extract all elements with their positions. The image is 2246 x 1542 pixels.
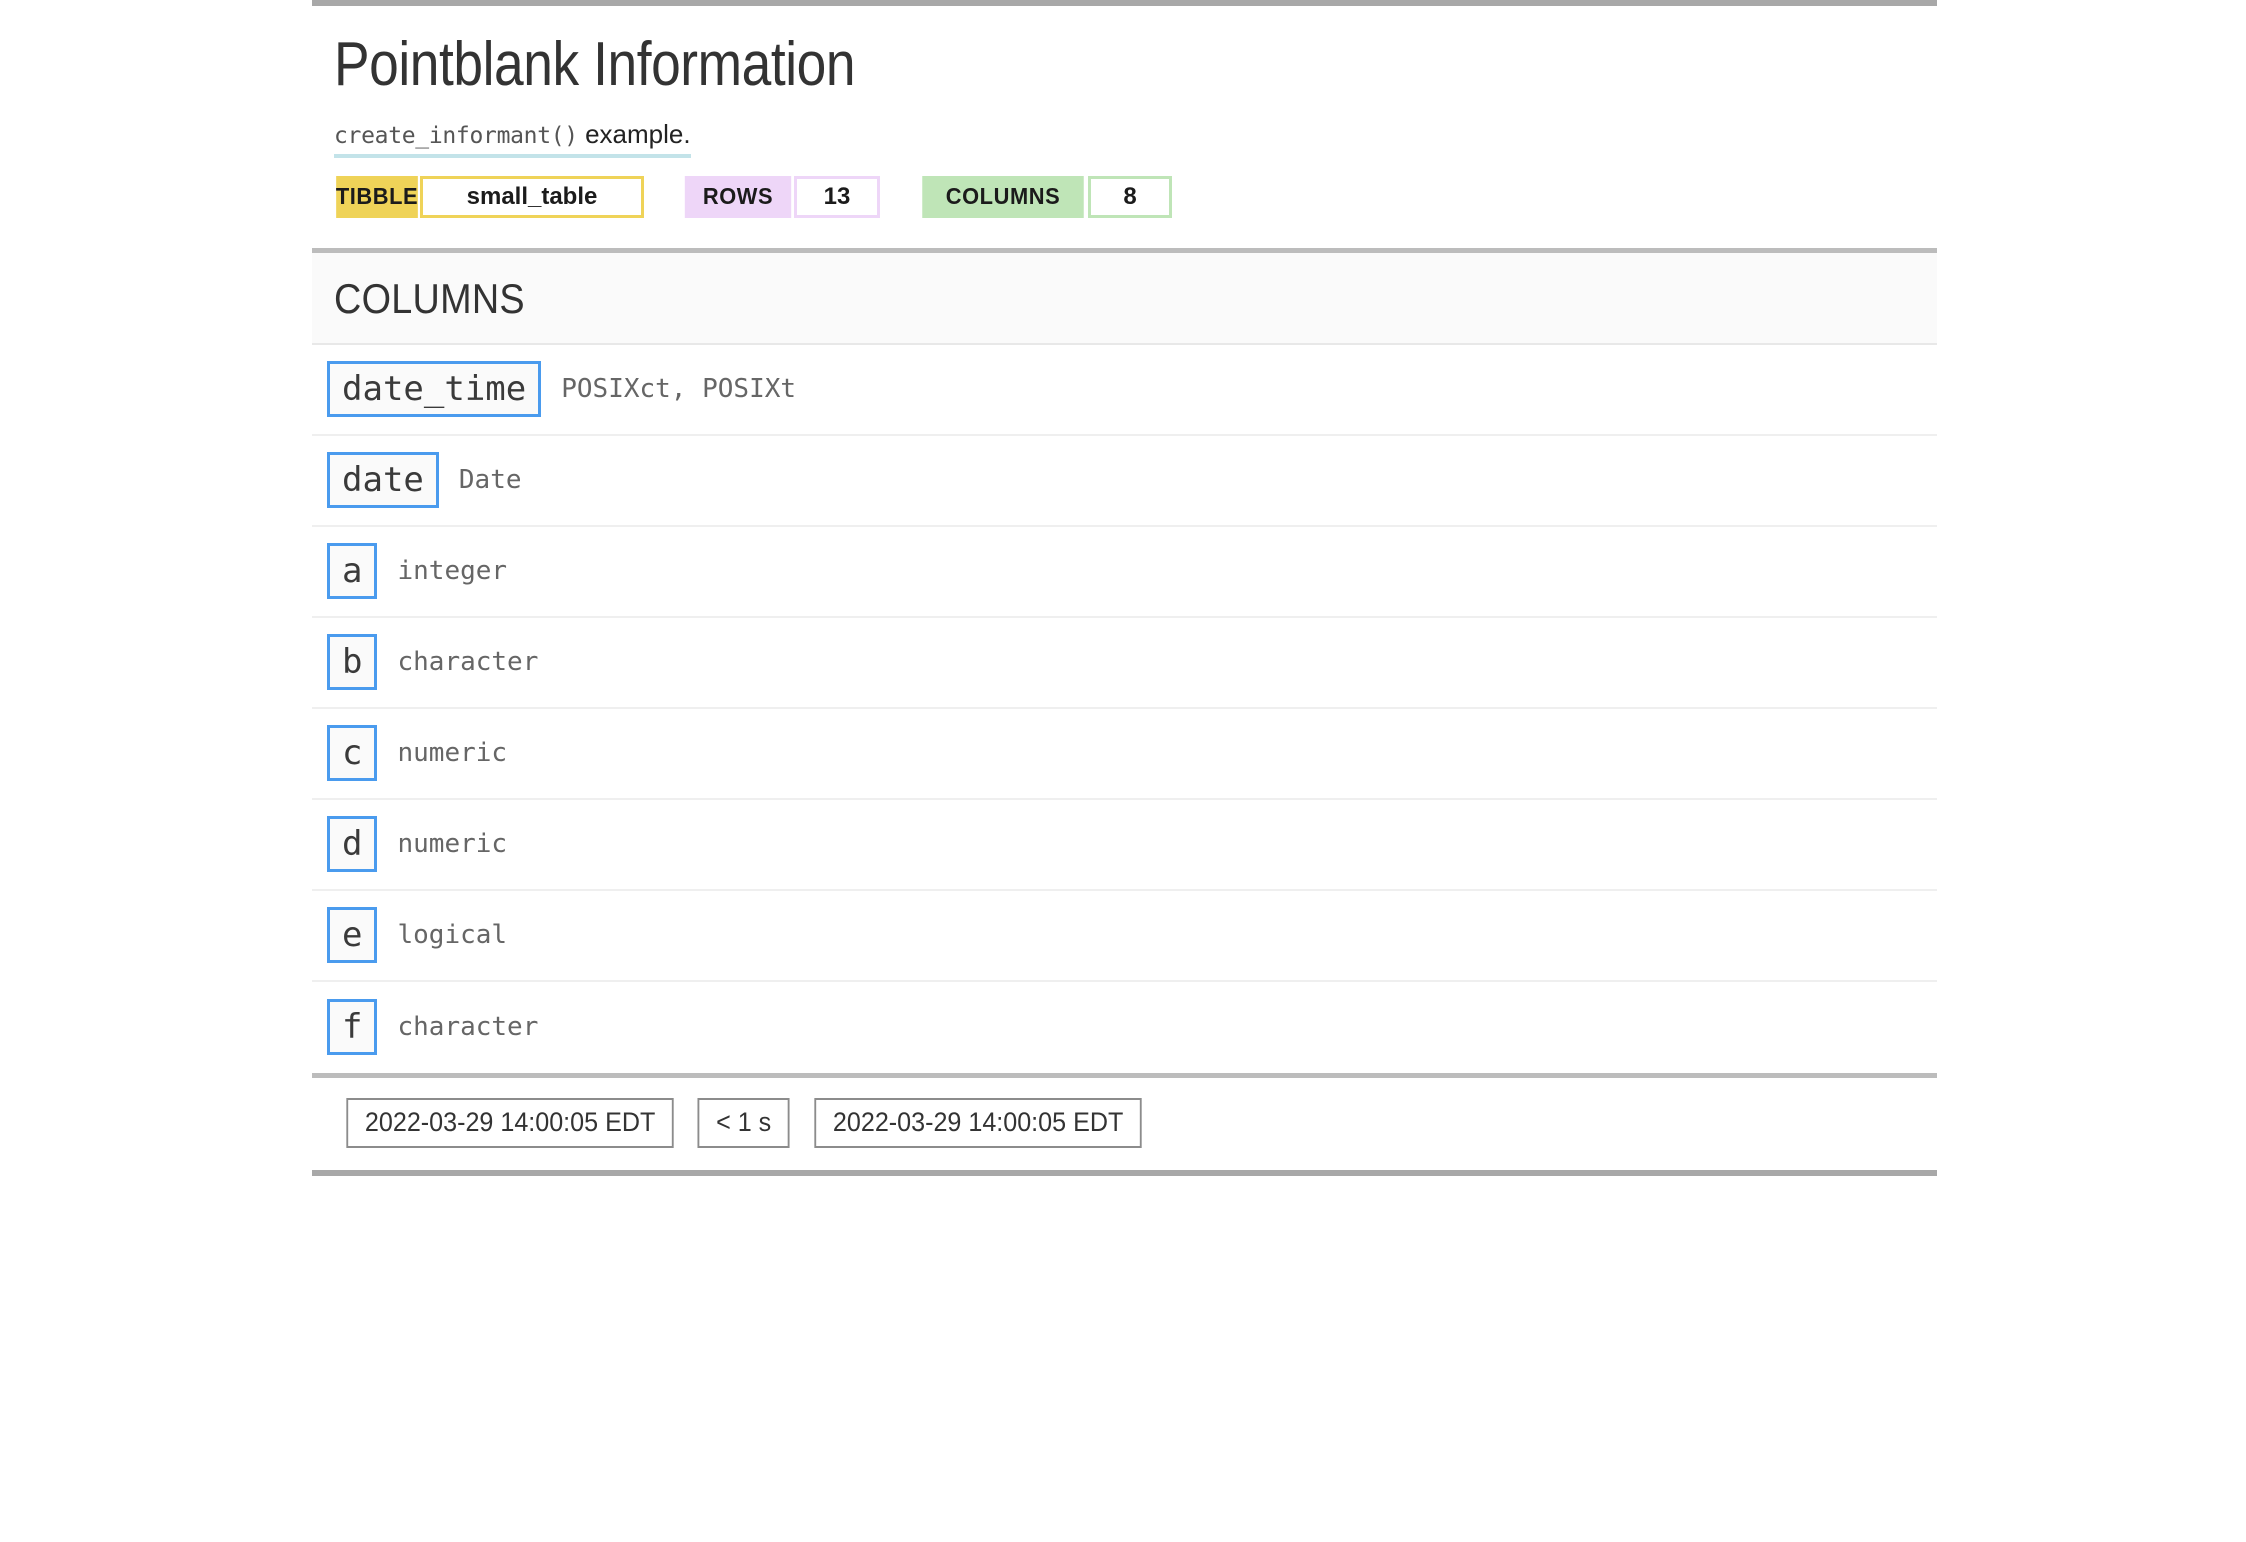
column-type-label: numeric <box>397 738 508 769</box>
column-name-badge[interactable]: e <box>327 907 378 964</box>
subtitle-code: create_informant() <box>334 123 578 150</box>
column-name-badge[interactable]: date_time <box>327 361 542 418</box>
section-heading-label: COLUMNS <box>334 274 525 322</box>
table-row: c numeric <box>312 709 1937 800</box>
column-type-label: integer <box>397 556 508 587</box>
column-type-label: POSIXct, POSIXt <box>561 374 797 405</box>
section-header-columns: COLUMNS <box>312 247 1937 345</box>
table-row: d numeric <box>312 800 1937 891</box>
column-type-label: logical <box>397 920 508 951</box>
badge-rows-value: 13 <box>794 175 880 218</box>
column-name-badge[interactable]: f <box>327 999 378 1056</box>
report-subtitle: create_informant() example. <box>334 119 691 158</box>
informant-report: Pointblank Information create_informant(… <box>312 0 1937 1176</box>
page-title: Pointblank Information <box>334 30 856 99</box>
summary-badges: TIBBLE small_table ROWS 13 COLUMNS 8 <box>334 175 1937 248</box>
page-root: Pointblank Information create_informant(… <box>0 0 2246 1542</box>
column-type-label: character <box>397 1012 539 1043</box>
report-header: Pointblank Information create_informant(… <box>312 6 1937 248</box>
subtitle-text: example. <box>577 119 691 150</box>
column-name-badge[interactable]: a <box>327 543 378 600</box>
badge-tibble-label: TIBBLE <box>336 175 418 218</box>
footer-duration: < 1 s <box>697 1097 791 1148</box>
table-row: date_time POSIXct, POSIXt <box>312 345 1937 436</box>
column-name-badge[interactable]: date <box>327 452 439 509</box>
table-row: date Date <box>312 436 1937 527</box>
badge-columns-value: 8 <box>1088 175 1172 218</box>
table-row: a integer <box>312 527 1937 618</box>
table-row: e logical <box>312 891 1937 982</box>
footer-end-time: 2022-03-29 14:00:05 EDT <box>813 1097 1142 1148</box>
column-name-badge[interactable]: b <box>327 634 378 691</box>
column-name-badge[interactable]: d <box>327 816 378 873</box>
table-row: f character <box>312 982 1937 1073</box>
badge-rows: ROWS 13 <box>682 175 880 218</box>
columns-list: date_time POSIXct, POSIXt date Date a in… <box>312 345 1937 1078</box>
table-row: b character <box>312 618 1937 709</box>
badge-columns: COLUMNS 8 <box>918 175 1172 218</box>
badge-rows-label: ROWS <box>684 175 792 218</box>
column-type-label: character <box>397 647 539 678</box>
column-type-label: Date <box>458 465 522 496</box>
footer-start-time: 2022-03-29 14:00:05 EDT <box>346 1097 674 1148</box>
badge-tibble-value: small_table <box>420 175 644 218</box>
column-type-label: numeric <box>397 829 508 860</box>
badge-columns-label: COLUMNS <box>922 175 1084 218</box>
report-footer: 2022-03-29 14:00:05 EDT < 1 s 2022-03-29… <box>312 1078 1937 1170</box>
column-name-badge[interactable]: c <box>327 725 378 782</box>
badge-tibble: TIBBLE small_table <box>334 175 644 218</box>
